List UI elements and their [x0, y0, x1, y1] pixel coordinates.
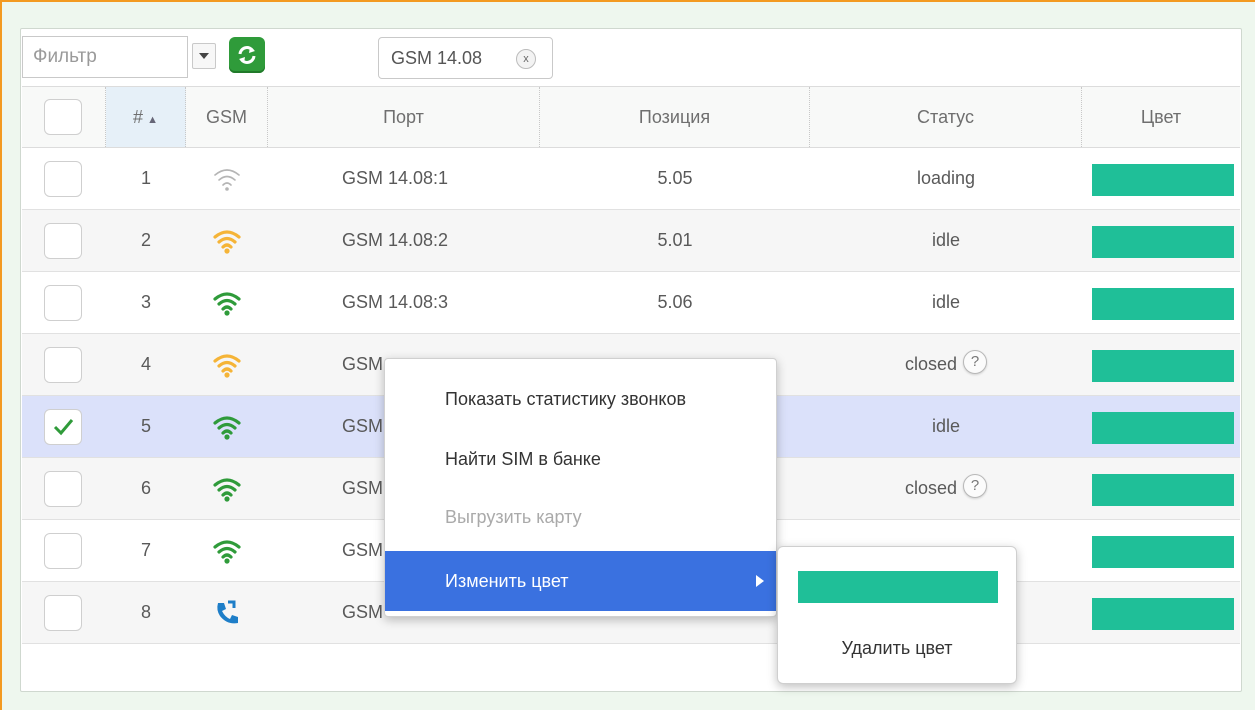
signal-strong-green-icon	[212, 412, 242, 442]
row-position: 5.06	[657, 292, 693, 312]
row-status-label: closed	[904, 478, 958, 498]
refresh-button[interactable]	[229, 37, 265, 73]
row-port: GSM 14.08:1	[342, 168, 449, 188]
row-port: GSM 14.08:3	[342, 292, 449, 312]
row-position: 5.01	[657, 230, 693, 250]
help-icon[interactable]: ?	[963, 474, 988, 498]
color-swatch-option[interactable]	[798, 571, 998, 603]
signal-strong-green-icon	[212, 474, 242, 504]
row-checkbox[interactable]	[44, 161, 82, 197]
signal-weak-gray-icon	[212, 164, 242, 194]
sort-asc-icon: ▲	[147, 114, 158, 126]
row-color-swatch	[1092, 164, 1234, 196]
header-port[interactable]: Порт	[268, 87, 540, 147]
row-status: closed?	[810, 458, 1082, 519]
row-color-swatch	[1092, 288, 1234, 320]
signal-strong-green-icon	[212, 288, 242, 318]
row-number: 4	[140, 354, 151, 374]
menu-item-find-sim[interactable]: Найти SIM в банке	[385, 429, 776, 489]
row-color-swatch	[1092, 350, 1234, 382]
row-checkbox[interactable]	[44, 409, 82, 445]
row-checkbox[interactable]	[44, 471, 82, 507]
row-number: 1	[140, 168, 151, 188]
row-status: closed?	[810, 334, 1082, 395]
row-color-swatch	[1092, 412, 1234, 444]
row-status: loading	[810, 148, 1082, 209]
chevron-down-icon	[199, 53, 209, 59]
table-row[interactable]: 2 GSM 14.08:2 5.01 idle	[22, 210, 1240, 272]
menu-item-unload-card: Выгрузить карту	[445, 507, 582, 527]
menu-item-change-color-label: Изменить цвет	[445, 571, 569, 591]
tag-close-button[interactable]: x	[516, 49, 536, 69]
menu-item-change-color[interactable]: Изменить цвет	[385, 551, 776, 611]
filter-tag-label: GSM 14.08	[391, 48, 483, 68]
row-number: 5	[140, 416, 151, 436]
row-status-label: idle	[931, 416, 961, 436]
header-gsm[interactable]: GSM	[186, 87, 268, 147]
row-status-label: idle	[931, 292, 961, 312]
signal-medium-orange-icon	[212, 226, 242, 256]
call-forward-icon	[212, 598, 242, 628]
row-status: idle	[810, 272, 1082, 333]
row-checkbox[interactable]	[44, 285, 82, 321]
menu-item-call-stats[interactable]: Показать статистику звонков	[385, 369, 776, 429]
row-color-swatch	[1092, 226, 1234, 258]
signal-medium-orange-icon	[212, 350, 242, 380]
row-port: GSM 14.08:2	[342, 230, 449, 250]
header-color[interactable]: Цвет	[1082, 87, 1240, 147]
row-color-swatch	[1092, 598, 1234, 630]
table-header: # ▲ GSM Порт Позиция Статус Цвет	[22, 86, 1240, 148]
row-status-label: closed	[904, 354, 958, 374]
remove-color-item[interactable]: Удалить цвет	[778, 625, 1016, 671]
row-color-swatch	[1092, 536, 1234, 568]
row-status: idle	[810, 210, 1082, 271]
row-number: 7	[140, 540, 151, 560]
row-status-label: idle	[931, 230, 961, 250]
row-color-swatch	[1092, 474, 1234, 506]
header-select-cell	[22, 87, 106, 147]
signal-strong-green-icon	[212, 536, 242, 566]
color-submenu: Удалить цвет	[777, 546, 1017, 684]
help-icon[interactable]: ?	[963, 350, 988, 374]
filter-dropdown-button[interactable]	[192, 43, 216, 69]
header-position[interactable]: Позиция	[540, 87, 810, 147]
row-checkbox[interactable]	[44, 223, 82, 259]
checkmark-icon	[53, 419, 74, 436]
row-position: 5.05	[657, 168, 693, 188]
filter-input[interactable]: Фильтр	[22, 36, 188, 78]
header-num[interactable]: # ▲	[106, 87, 186, 147]
row-status: idle	[810, 396, 1082, 457]
refresh-icon	[238, 46, 256, 64]
header-status[interactable]: Статус	[810, 87, 1082, 147]
filter-tag: GSM 14.08 x	[378, 37, 553, 79]
row-checkbox[interactable]	[44, 533, 82, 569]
table-row[interactable]: 3 GSM 14.08:3 5.06 idle	[22, 272, 1240, 334]
row-number: 3	[140, 292, 151, 312]
row-checkbox[interactable]	[44, 347, 82, 383]
submenu-arrow-icon	[756, 575, 764, 587]
table-row[interactable]: 1 GSM 14.08:1 5.05 loading	[22, 148, 1240, 210]
row-number: 2	[140, 230, 151, 250]
row-number: 6	[140, 478, 151, 498]
select-all-checkbox[interactable]	[44, 99, 82, 135]
row-status-label: loading	[916, 168, 976, 188]
row-number: 8	[140, 602, 151, 622]
row-checkbox[interactable]	[44, 595, 82, 631]
context-menu: Показать статистику звонков Найти SIM в …	[384, 358, 777, 617]
header-num-label: #	[133, 107, 144, 127]
